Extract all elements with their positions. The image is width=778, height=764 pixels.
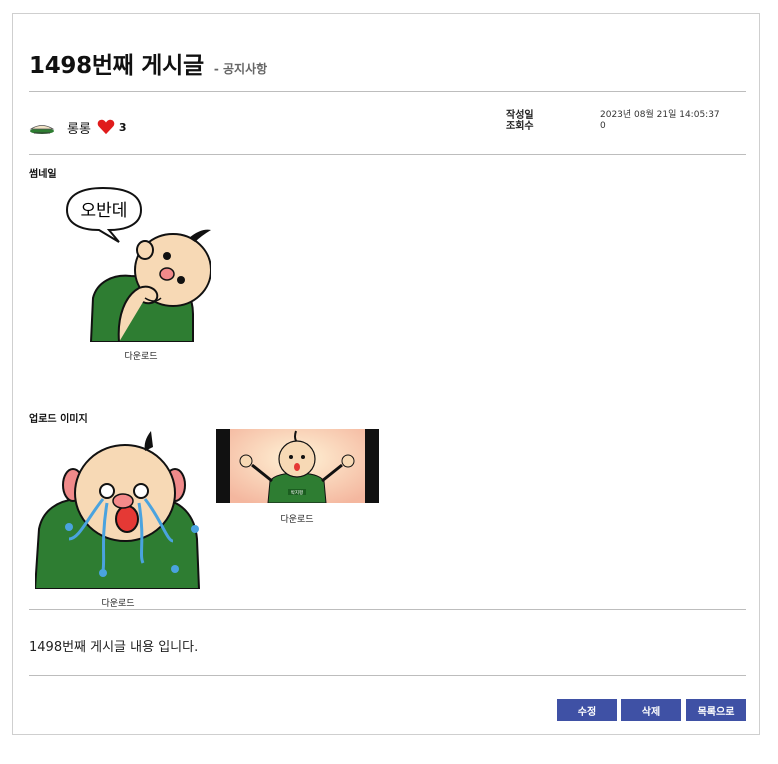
divider [29, 154, 746, 155]
upload-image-crying [35, 429, 201, 589]
upload-download-link-1[interactable]: 다운로드 [90, 596, 146, 609]
category-label: - 공지사항 [213, 62, 268, 76]
bowl-avatar-icon [29, 125, 55, 134]
delete-button[interactable]: 삭제 [621, 699, 681, 721]
thumbnail-download-link[interactable]: 다운로드 [111, 349, 171, 362]
edit-button[interactable]: 수정 [557, 699, 617, 721]
upload-download-link-2[interactable]: 다운로드 [269, 512, 325, 525]
written-date: 2023년 08월 21일 14:05:37 [600, 110, 720, 120]
views-label: 조회수 [506, 121, 534, 132]
meta-values: 2023년 08월 21일 14:05:37 0 [600, 110, 720, 132]
thumbnail-image: 오반데 [61, 186, 211, 342]
post-card: 1498번째 게시글 - 공지사항 롱롱 3 작성일 조회수 2023년 08월… [12, 13, 760, 735]
divider [29, 675, 746, 676]
written-label: 작성일 [506, 110, 534, 121]
upload-image-hooray: 박지평 [216, 429, 379, 503]
bubble-text: 오반데 [81, 201, 128, 221]
divider [29, 91, 746, 92]
author-name[interactable]: 롱롱 [67, 118, 91, 137]
post-body: 1498번째 게시글 내용 입니다. [29, 640, 199, 655]
title-row: 1498번째 게시글 - 공지사항 [29, 46, 267, 80]
view-count: 0 [600, 121, 606, 131]
shirt-badge: 박지평 [291, 489, 303, 496]
author-row: 롱롱 3 [29, 114, 127, 140]
divider [29, 609, 746, 610]
page-title: 1498번째 게시글 [29, 53, 204, 79]
thumbnail-section-label: 썸네일 [29, 169, 57, 180]
uploads-section-label: 업로드 이미지 [29, 414, 88, 425]
like-count: 3 [118, 120, 127, 134]
back-to-list-button[interactable]: 목록으로 [686, 699, 746, 721]
heart-icon[interactable] [97, 119, 115, 135]
meta-labels: 작성일 조회수 [506, 110, 534, 132]
